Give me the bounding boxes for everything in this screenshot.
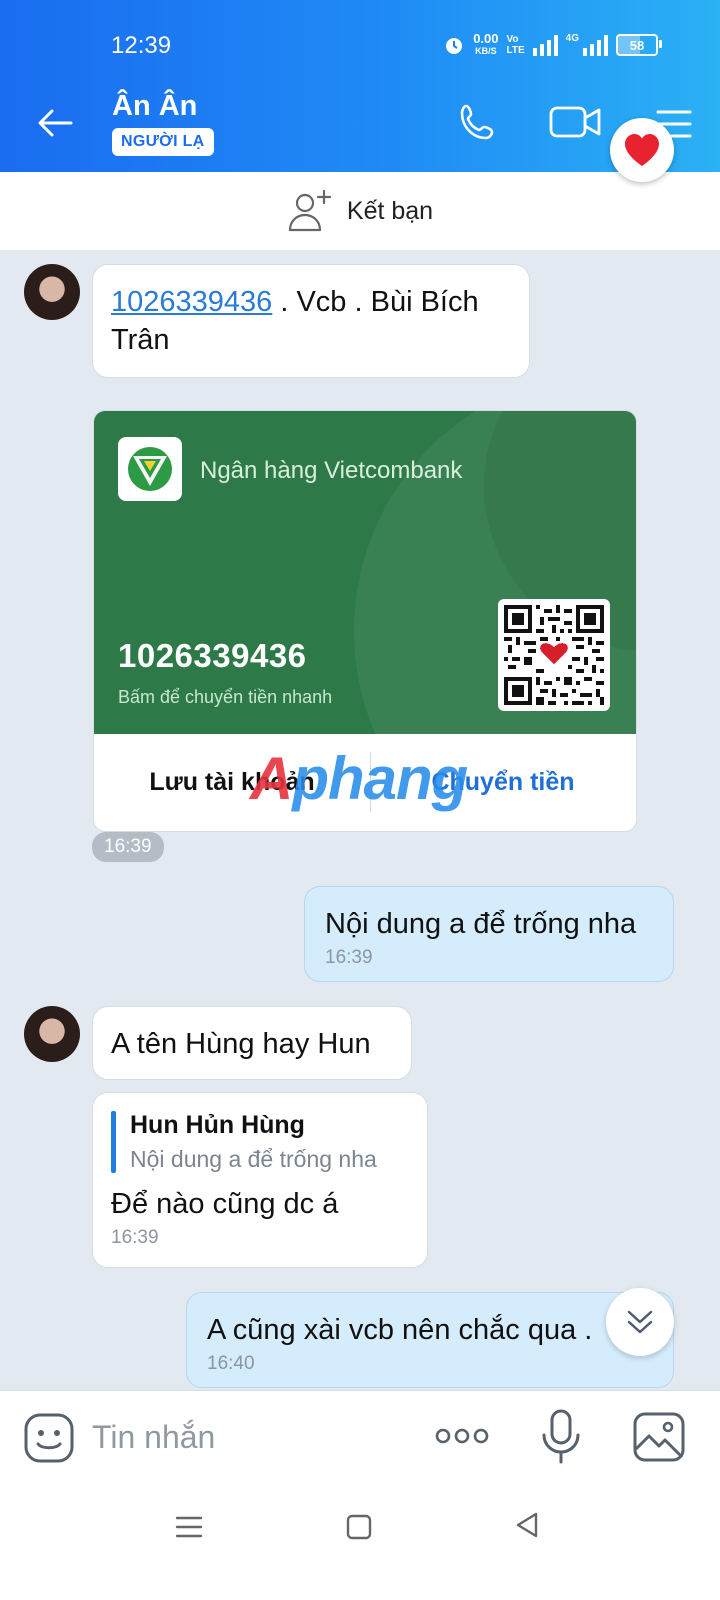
message-bubble-account[interactable]: 1026339436 . Vcb . Bùi Bích Trân [92,264,530,378]
message-text: Để nào cũng dc á [111,1188,339,1220]
vietcombank-logo-icon [128,447,172,491]
network-type: 4G [565,33,579,44]
my-message-bubble[interactable]: A cũng xài vcb nên chắc qua . 16:40 [186,1292,674,1388]
gallery-button[interactable] [632,1411,686,1463]
back-button[interactable] [30,98,80,148]
signal-icon [532,34,558,56]
heart-icon [625,134,659,166]
transfer-money-button[interactable]: Chuyển tiền [370,768,636,797]
reply-message-bubble[interactable]: Hun Hủn Hùng Nội dung a để trống nha Để … [92,1092,428,1268]
bank-card[interactable]: Ngân hàng Vietcombank 1026339436 Bấm để … [93,410,637,832]
contact-avatar[interactable] [24,1006,80,1062]
message-bubble[interactable]: A tên Hùng hay Hun [92,1006,412,1080]
divider [370,752,371,812]
volte-indicator: Vo LTE [507,34,525,56]
add-friend-label: Kết bạn [346,196,434,225]
alarm-icon [446,38,463,54]
save-account-button[interactable]: Lưu tài khoản [94,768,370,797]
quoted-text: Nội dung a để trống nha [130,1146,377,1172]
message-time: 16:39 [325,947,373,968]
double-chevron-down-icon [627,1310,653,1334]
system-nav-bar [0,1484,720,1600]
home-button[interactable] [344,1512,374,1542]
add-friend-button[interactable]: Kết bạn [0,172,720,250]
sticker-button[interactable] [22,1411,76,1465]
message-time: 16:40 [207,1353,255,1374]
message-text: 1026339436 . Vcb . Bùi Bích Trân [111,283,511,359]
home-square-icon [346,1514,372,1540]
system-back-button[interactable] [512,1510,542,1540]
message-time: 16:39 [111,1227,159,1248]
message-input[interactable] [92,1415,392,1459]
video-call-button[interactable] [548,100,604,148]
bank-hint: Bấm để chuyển tiền nhanh [118,687,333,707]
qr-code-icon [504,605,604,705]
account-number-link[interactable]: 1026339436 [111,286,272,318]
stranger-badge: NGƯỜI LẠ [112,128,214,156]
more-options-button[interactable] [434,1421,490,1451]
contact-name[interactable]: Ân Ân [112,90,197,123]
video-camera-icon [549,106,601,138]
microphone-icon [542,1409,580,1464]
phone-icon [460,104,494,140]
sticker-icon [24,1413,74,1463]
recent-apps-button[interactable] [174,1512,204,1542]
bank-card-header[interactable]: Ngân hàng Vietcombank 1026339436 Bấm để … [94,411,636,734]
contact-avatar[interactable] [24,264,80,320]
more-dots-icon [435,1428,489,1444]
status-bar: 12:39 0.00 KB/S Vo LTE 4G 58 [0,0,720,76]
scroll-to-bottom-button[interactable] [606,1288,674,1356]
signal-icon-2 [583,34,608,56]
message-text: Nội dung a để trống nha [325,908,637,940]
vietcombank-logo [118,437,182,501]
quote-bar [111,1111,116,1173]
bank-card-actions: Lưu tài khoản Chuyển tiền [94,734,636,831]
qr-code[interactable] [498,599,610,711]
image-icon [633,1412,685,1462]
recent-apps-icon [175,1516,203,1538]
bank-name: Ngân hàng Vietcombank [200,457,463,484]
heart-reaction-button[interactable] [610,118,674,182]
add-friend-icon [288,189,332,232]
bank-account-number: 1026339436 [118,637,307,674]
quoted-sender: Hun Hủn Hùng [130,1111,305,1139]
message-text: A tên Hùng hay Hun [111,1028,371,1060]
status-time: 12:39 [111,32,172,59]
volte-top: Vo [506,34,519,45]
net-speed: 0.00 KB/S [473,31,499,57]
message-composer [0,1390,720,1485]
status-icons: 0.00 KB/S Vo LTE 4G 58 [443,31,662,57]
call-button[interactable] [456,100,504,148]
net-speed-value: 0.00 [473,31,499,46]
voice-message-button[interactable] [538,1407,584,1467]
message-text: A cũng xài vcb nên chắc qua . [207,1314,593,1346]
quoted-message[interactable]: Hun Hủn Hùng Nội dung a để trống nha [111,1111,409,1173]
volte-bottom: LTE [506,45,525,56]
battery-icon: 58 [616,34,662,56]
battery-level: 58 [629,37,645,53]
net-speed-unit: KB/S [475,46,497,56]
timestamp-chip: 16:39 [92,832,164,862]
back-triangle-icon [516,1512,538,1538]
my-message-bubble[interactable]: Nội dung a để trống nha 16:39 [304,886,674,982]
back-arrow-icon [38,109,73,137]
